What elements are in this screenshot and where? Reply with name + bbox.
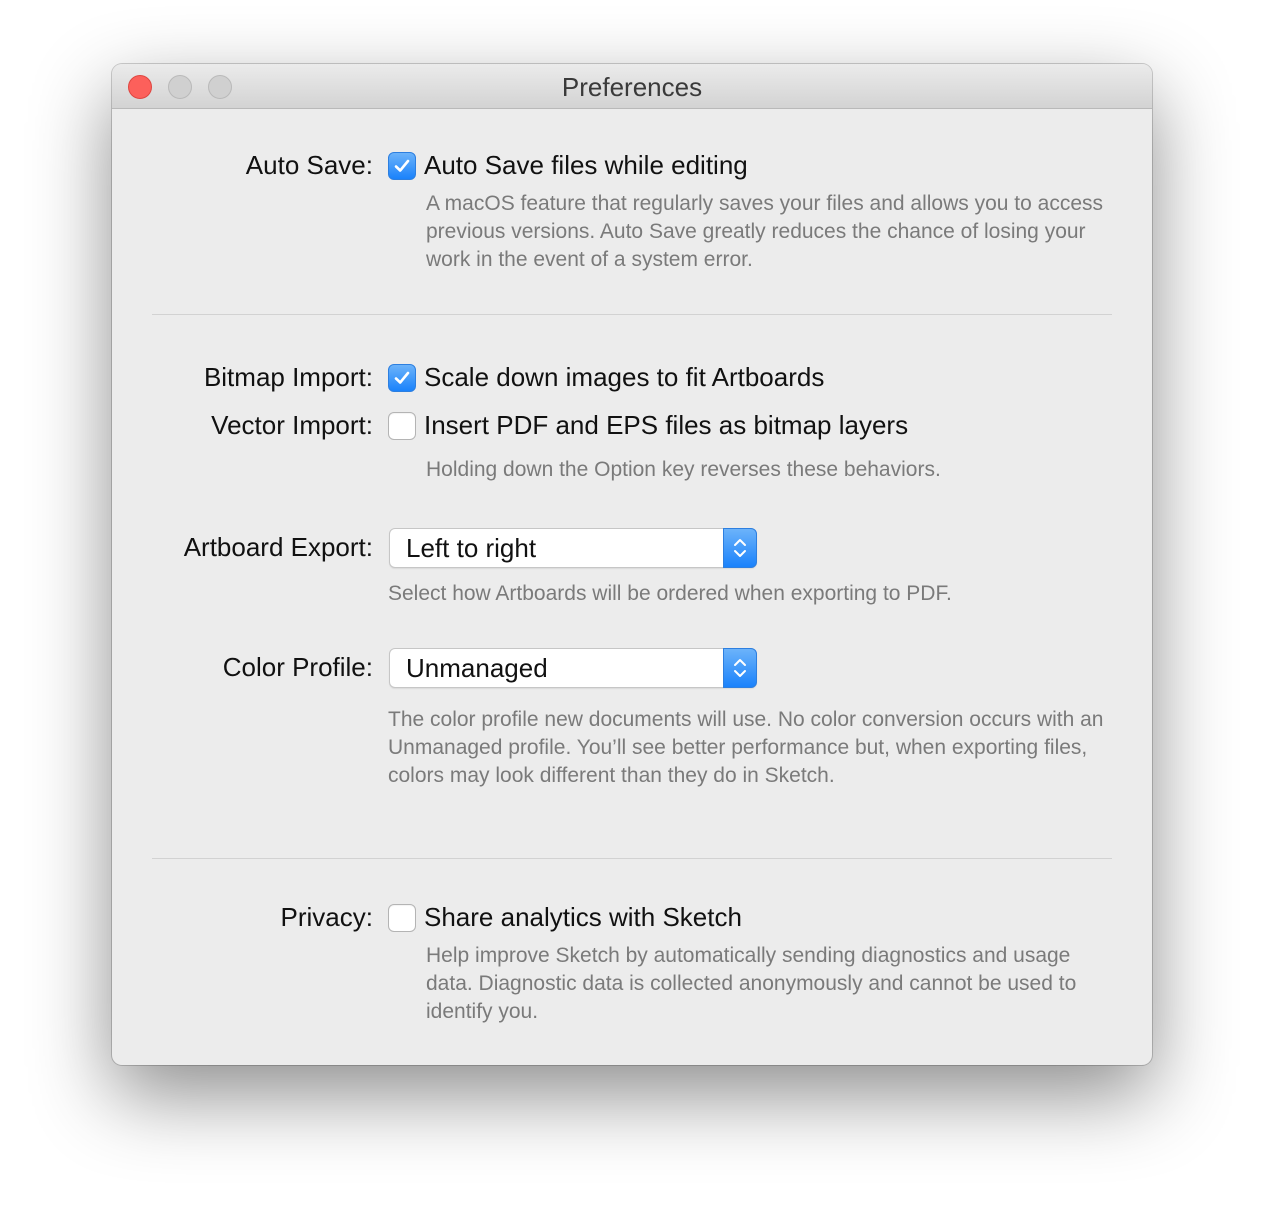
preferences-window: Preferences Auto Save: Auto Save files w… (112, 64, 1152, 1065)
updown-chevron-icon (734, 659, 746, 677)
privacy-checkbox[interactable] (388, 904, 416, 932)
artboard-export-value: Left to right (406, 533, 537, 563)
privacy-help-text: Help improve Sketch by automatically sen… (426, 944, 1077, 1023)
vector-import-label: Vector Import: (211, 410, 373, 440)
popup-arrows[interactable] (723, 528, 757, 568)
artboard-export-help-text: Select how Artboards will be ordered whe… (388, 582, 952, 605)
privacy-checkbox-label[interactable]: Share analytics with Sketch (424, 902, 742, 933)
privacy-label: Privacy: (280, 902, 373, 932)
bitmap-import-checkbox-label[interactable]: Scale down images to fit Artboards (424, 362, 824, 393)
auto-save-label: Auto Save: (245, 150, 373, 180)
bitmap-import-label: Bitmap Import: (203, 362, 373, 392)
artboard-export-popup[interactable]: Left to right (389, 528, 757, 568)
import-help-text: Holding down the Option key reverses the… (426, 458, 941, 481)
color-profile-label: Color Profile: (222, 652, 373, 682)
window-title: Preferences (561, 72, 703, 102)
auto-save-checkbox[interactable] (388, 152, 416, 180)
updown-chevron-icon (734, 539, 746, 557)
color-profile-help-text: The color profile new documents will use… (388, 708, 1104, 787)
divider (152, 858, 1112, 859)
vector-import-checkbox[interactable] (388, 412, 416, 440)
popup-arrows[interactable] (723, 648, 757, 688)
divider (152, 314, 1112, 315)
auto-save-checkbox-label[interactable]: Auto Save files while editing (424, 150, 748, 181)
auto-save-help-text: A macOS feature that regularly saves you… (426, 192, 1103, 271)
checkmark-icon (394, 371, 410, 384)
color-profile-popup[interactable]: Unmanaged (389, 648, 757, 688)
vector-import-checkbox-label[interactable]: Insert PDF and EPS files as bitmap layer… (424, 410, 908, 441)
artboard-export-label: Artboard Export: (183, 532, 373, 562)
bitmap-import-checkbox[interactable] (388, 364, 416, 392)
checkmark-icon (394, 159, 410, 172)
color-profile-value: Unmanaged (406, 653, 548, 683)
title-bar[interactable]: Preferences (112, 64, 1152, 109)
